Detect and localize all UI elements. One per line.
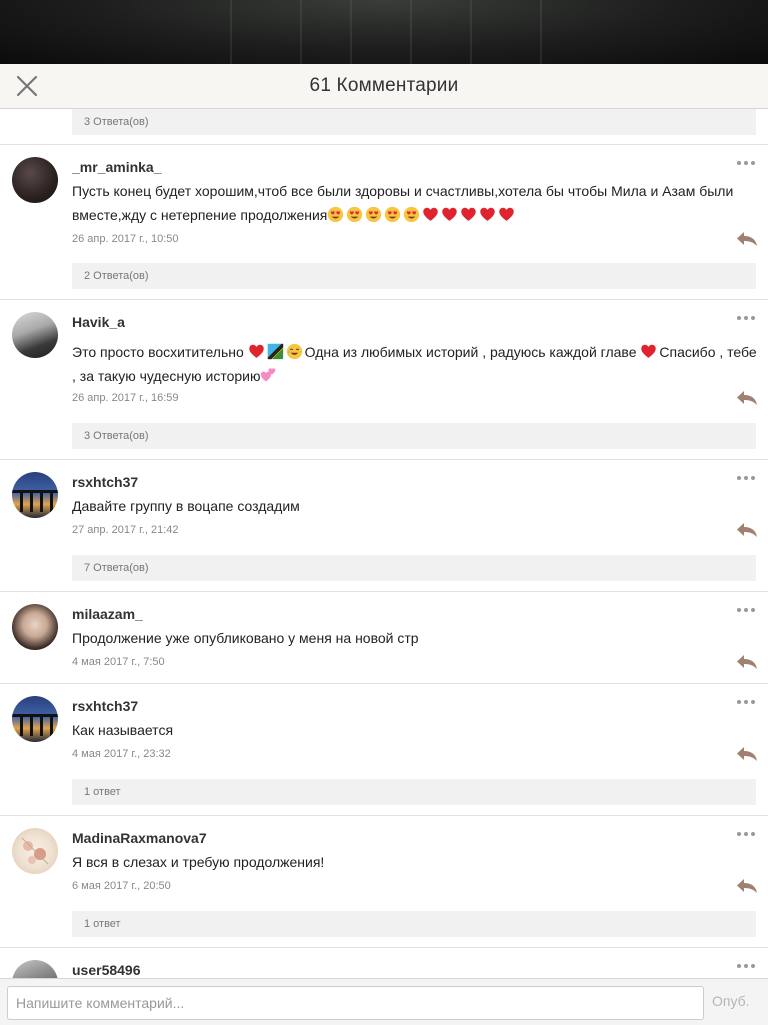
comment-username[interactable]: rsxhtch37 bbox=[72, 698, 138, 714]
comment-item: rsxhtch37 Давайте группу в воцапе создад… bbox=[0, 460, 768, 592]
comment-username[interactable]: Havik_a bbox=[72, 314, 125, 330]
comment-text: Пусть конец будет хорошим,чтоб все были … bbox=[72, 183, 734, 223]
more-options-icon[interactable] bbox=[736, 604, 756, 616]
comment-text: Продолжение уже опубликовано у меня на н… bbox=[72, 630, 419, 646]
comment-text: Как называется bbox=[72, 722, 174, 738]
comment-username[interactable]: MadinaRaxmanova7 bbox=[72, 830, 207, 846]
comments-title: 61 Комментарии bbox=[309, 75, 459, 96]
red-heart-icon bbox=[498, 206, 515, 223]
heart-eyes-icon bbox=[346, 206, 363, 223]
avatar[interactable] bbox=[12, 604, 58, 650]
comment-date: 27 апр. 2017 г., 21:42 bbox=[72, 524, 179, 536]
reply-icon[interactable] bbox=[736, 878, 758, 894]
comment-date: 26 апр. 2017 г., 16:59 bbox=[72, 392, 179, 404]
comment-date: 4 мая 2017 г., 7:50 bbox=[72, 656, 165, 668]
red-heart-icon bbox=[441, 206, 458, 223]
red-heart-icon bbox=[460, 206, 477, 223]
comment-date: 4 мая 2017 г., 23:32 bbox=[72, 748, 171, 760]
story-cover-image bbox=[0, 0, 768, 64]
view-replies-button[interactable]: 7 Ответа(ов) bbox=[72, 555, 756, 581]
comment-item: rsxhtch37 Как называется 4 мая 2017 г., … bbox=[0, 684, 768, 816]
heart-eyes-icon bbox=[365, 206, 382, 223]
reply-icon[interactable] bbox=[736, 390, 758, 406]
heart-eyes-icon bbox=[327, 206, 344, 223]
more-options-icon[interactable] bbox=[736, 696, 756, 708]
comment-username[interactable]: rsxhtch37 bbox=[72, 474, 138, 490]
reply-icon[interactable] bbox=[736, 746, 758, 762]
more-options-icon[interactable] bbox=[736, 472, 756, 484]
more-options-icon[interactable] bbox=[736, 828, 756, 840]
red-heart-icon bbox=[640, 343, 657, 360]
red-heart-icon bbox=[479, 206, 496, 223]
comment-item: Havik_a Это просто восхитительно Одна из… bbox=[0, 300, 768, 460]
comment-username[interactable]: _mr_aminka_ bbox=[72, 159, 162, 175]
comment-input[interactable] bbox=[7, 986, 704, 1020]
view-replies-button[interactable]: 1 ответ bbox=[72, 779, 756, 805]
reply-icon[interactable] bbox=[736, 654, 758, 670]
flag-icon bbox=[267, 343, 284, 360]
view-replies-button[interactable]: 2 Ответа(ов) bbox=[72, 263, 756, 289]
comment-text: Давайте группу в воцапе создадим bbox=[72, 498, 300, 514]
comment-date: 26 апр. 2017 г., 10:50 bbox=[72, 233, 179, 245]
sweat-smile-icon bbox=[286, 343, 303, 360]
reply-icon[interactable] bbox=[736, 231, 758, 247]
comment-text: Я вся в слезах и требую продолжения! bbox=[72, 854, 325, 870]
view-replies-button[interactable]: 3 Ответа(ов) bbox=[72, 109, 756, 135]
avatar[interactable] bbox=[12, 696, 58, 742]
more-options-icon[interactable] bbox=[736, 312, 756, 324]
comments-header: 61 Комментарии bbox=[0, 64, 768, 109]
comments-list[interactable]: 3 Ответа(ов) _mr_aminka_ Пусть конец буд… bbox=[0, 109, 768, 978]
red-heart-icon bbox=[422, 206, 439, 223]
avatar[interactable] bbox=[12, 472, 58, 518]
view-replies-button[interactable]: 1 ответ bbox=[72, 911, 756, 937]
more-options-icon[interactable] bbox=[736, 157, 756, 169]
avatar[interactable] bbox=[12, 960, 58, 978]
comment-composer: Опуб. bbox=[0, 978, 768, 1025]
red-heart-icon bbox=[248, 343, 265, 360]
more-options-icon[interactable] bbox=[736, 960, 756, 972]
reply-icon[interactable] bbox=[736, 522, 758, 538]
comment-item: milaazam_ Продолжение уже опубликовано у… bbox=[0, 592, 768, 684]
avatar[interactable] bbox=[12, 828, 58, 874]
bridge-silhouette-icon bbox=[12, 714, 58, 736]
heart-eyes-icon bbox=[384, 206, 401, 223]
bridge-silhouette-icon bbox=[12, 490, 58, 512]
view-replies-button[interactable]: 3 Ответа(ов) bbox=[72, 423, 756, 449]
comment-item: MadinaRaxmanova7 Я вся в слезах и требую… bbox=[0, 816, 768, 948]
comment-date: 6 мая 2017 г., 20:50 bbox=[72, 880, 171, 892]
comment-text: Это просто восхитительно Одна из любимых… bbox=[72, 343, 757, 384]
avatar[interactable] bbox=[12, 312, 58, 358]
floral-pattern-icon bbox=[21, 837, 49, 865]
heart-eyes-icon bbox=[403, 206, 420, 223]
comment-username[interactable]: user58496 bbox=[72, 962, 141, 978]
post-button[interactable]: Опуб. bbox=[712, 993, 750, 1009]
emoji-row bbox=[327, 207, 517, 223]
comment-item: user58496 bbox=[0, 948, 768, 978]
avatar[interactable] bbox=[12, 157, 58, 203]
comment-username[interactable]: milaazam_ bbox=[72, 606, 143, 622]
comment-item: _mr_aminka_ Пусть конец будет хорошим,чт… bbox=[0, 145, 768, 300]
two-hearts-icon bbox=[260, 367, 277, 384]
